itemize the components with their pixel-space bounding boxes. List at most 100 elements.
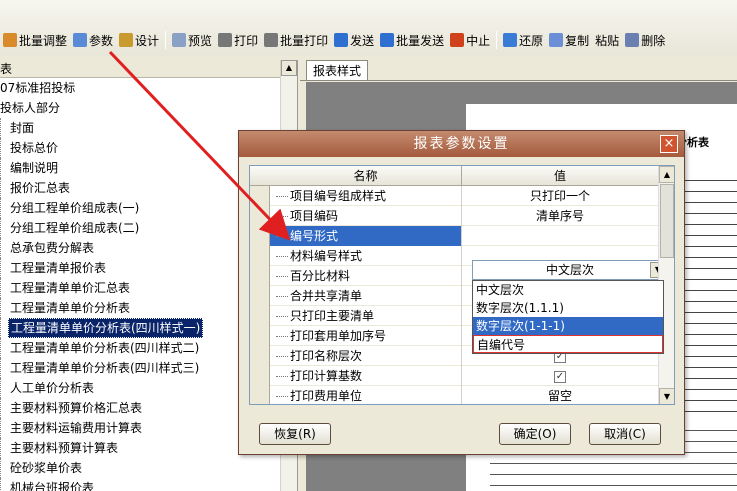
send-arrow-icon bbox=[334, 33, 349, 47]
param-row[interactable]: 打印费用单位 留空 bbox=[270, 386, 658, 404]
scroll-thumb[interactable] bbox=[660, 184, 674, 258]
toolbar-button-7[interactable]: 批量发送 bbox=[377, 29, 447, 51]
dropdown-option[interactable]: 数字层次(1.1.1) bbox=[473, 299, 663, 317]
restore-icon bbox=[503, 33, 518, 47]
toolbar-button-label: 复制 bbox=[565, 33, 590, 48]
param-row[interactable]: 编号形式 bbox=[270, 226, 658, 246]
param-value[interactable]: 只打印一个 bbox=[462, 186, 658, 206]
tree-guide-line bbox=[0, 458, 8, 478]
tree-item-label: 07标准招投标 bbox=[0, 81, 76, 95]
close-icon[interactable]: × bbox=[660, 135, 678, 153]
tree-guide-line bbox=[0, 198, 8, 218]
toolbar-button-9[interactable]: 还原 bbox=[500, 29, 546, 51]
toolbar-button-0[interactable]: 批量调整 bbox=[0, 29, 70, 51]
dialog-title: 报表参数设置 bbox=[413, 136, 510, 152]
column-header-name[interactable]: 名称 bbox=[270, 166, 462, 186]
toolbar-row: 批量调整 参数 设计 预览 打印 批量打印 发送 批量发送 中止 还原 复制 粘贴 删除 bbox=[0, 28, 668, 52]
toolbar-button-5[interactable]: 批量打印 bbox=[261, 29, 331, 51]
toolbar-button-label: 中止 bbox=[466, 33, 491, 48]
param-value[interactable]: 留空 bbox=[462, 386, 658, 404]
toolbar-button-label: 粘贴 bbox=[595, 33, 620, 48]
param-name: 打印名称层次 bbox=[270, 346, 462, 366]
delete-icon bbox=[625, 33, 640, 47]
toolbar-button-4[interactable]: 打印 bbox=[215, 29, 261, 51]
printer-icon bbox=[218, 33, 233, 47]
toolbar-button-12[interactable]: 删除 bbox=[622, 29, 668, 51]
toolbar-button-3[interactable]: 预览 bbox=[169, 29, 215, 51]
tree-item-label: 主要材料预算价格汇总表 bbox=[10, 401, 143, 415]
toolbar-button-label: 发送 bbox=[350, 33, 375, 48]
tree-header: 表 bbox=[0, 60, 297, 78]
dropdown-option[interactable]: 自编代号 bbox=[473, 335, 663, 353]
tree-item-label: 工程量清单单价分析表(四川样式三) bbox=[10, 361, 200, 375]
tree-item-label: 封面 bbox=[10, 121, 35, 135]
tree-item-label: 投标人部分 bbox=[0, 101, 61, 115]
tree-item[interactable]: 机械台班报价表 bbox=[0, 478, 297, 491]
toolbar-button-label: 还原 bbox=[519, 33, 544, 48]
batch-adjust-icon bbox=[3, 33, 17, 47]
param-row[interactable]: 打印计算基数 ✓ bbox=[270, 366, 658, 386]
tree-item-label: 工程量清单报价表 bbox=[10, 261, 107, 275]
row-indicator-column bbox=[250, 186, 270, 404]
dropdown-option[interactable]: 数字层次(1-1-1) bbox=[473, 317, 663, 335]
tree-item[interactable]: 07标准招投标 bbox=[0, 78, 297, 98]
tree-guide-line bbox=[0, 378, 8, 398]
tree-item-label: 主要材料预算计算表 bbox=[10, 441, 119, 455]
tree-guide-line bbox=[0, 358, 8, 378]
toolbar-button-label: 批量发送 bbox=[396, 33, 445, 48]
params-icon bbox=[73, 33, 88, 47]
tree-guide-line bbox=[0, 398, 8, 418]
param-row[interactable]: 项目编码 清单序号 bbox=[270, 206, 658, 226]
toolbar-button-label: 批量调整 bbox=[19, 33, 68, 48]
tree-guide-line bbox=[0, 138, 8, 158]
tree-item-label: 砼砂浆单价表 bbox=[10, 461, 83, 475]
param-name: 项目编号组成样式 bbox=[270, 186, 462, 206]
number-format-select[interactable]: 中文层次 ▼ bbox=[472, 260, 668, 280]
number-format-value: 中文层次 bbox=[545, 263, 594, 277]
tree-item-label: 机械台班报价表 bbox=[10, 481, 95, 491]
tree-guide-line bbox=[0, 418, 8, 438]
ok-button[interactable]: 确定(O) bbox=[499, 423, 571, 445]
tree-item[interactable]: 砼砂浆单价表 bbox=[0, 458, 297, 478]
param-name: 编号形式 bbox=[270, 226, 462, 246]
tree-item[interactable]: 投标人部分 bbox=[0, 98, 297, 118]
param-value-cell bbox=[462, 226, 658, 246]
tree-item-label: 主要材料运输费用计算表 bbox=[10, 421, 143, 435]
tree-item-label: 报价汇总表 bbox=[10, 181, 71, 195]
toolbar-button-1[interactable]: 参数 bbox=[70, 29, 116, 51]
param-name: 百分比材料 bbox=[270, 266, 462, 286]
toolbar-separator bbox=[496, 31, 498, 49]
report-params-dialog: 报表参数设置 × 名称 值 项目编号组成样式 只打印一个 项目编码 清单序号 编号形式材… bbox=[238, 130, 685, 455]
toolbar-button-2[interactable]: 设计 bbox=[116, 29, 162, 51]
toolbar-button-8[interactable]: 中止 bbox=[447, 29, 493, 51]
toolbar-button-label: 删除 bbox=[641, 33, 666, 48]
param-value[interactable]: 清单序号 bbox=[462, 206, 658, 226]
toolbar-button-10[interactable]: 复制 bbox=[546, 29, 592, 51]
tree-guide-line bbox=[0, 218, 8, 238]
tree-item-label: 工程量清单单价分析表(四川样式一) bbox=[8, 318, 204, 338]
tree-guide-line bbox=[0, 278, 8, 298]
stop-icon bbox=[450, 33, 465, 47]
param-row[interactable]: 项目编号组成样式 只打印一个 bbox=[270, 186, 658, 206]
restore-button[interactable]: 恢复(R) bbox=[259, 423, 331, 445]
scroll-up-icon[interactable]: ▲ bbox=[659, 166, 674, 183]
tab-report-style[interactable]: 报表样式 bbox=[306, 60, 368, 80]
scroll-up-icon[interactable]: ▲ bbox=[281, 60, 297, 76]
toolbar-button-label: 预览 bbox=[188, 33, 213, 48]
column-header-value[interactable]: 值 bbox=[462, 166, 658, 186]
tree-guide-line bbox=[0, 318, 8, 338]
tree-item-label: 分组工程单价组成表(一) bbox=[10, 201, 140, 215]
copy-icon bbox=[549, 33, 564, 47]
param-checkbox[interactable]: ✓ bbox=[554, 370, 566, 383]
tree-guide-line bbox=[0, 178, 8, 198]
scroll-down-icon[interactable]: ▼ bbox=[659, 388, 674, 404]
number-format-dropdown: 中文层次 数字层次(1.1.1) 数字层次(1-1-1) 自编代号 bbox=[472, 280, 664, 354]
cancel-button[interactable]: 取消(C) bbox=[589, 423, 661, 445]
dropdown-option[interactable]: 中文层次 bbox=[473, 281, 663, 299]
tree-guide-line bbox=[0, 298, 8, 318]
param-name: 打印计算基数 bbox=[270, 366, 462, 386]
toolbar-separator bbox=[165, 31, 167, 49]
param-name: 合并共享清单 bbox=[270, 286, 462, 306]
toolbar-button-11[interactable]: 粘贴 bbox=[592, 29, 622, 51]
toolbar-button-6[interactable]: 发送 bbox=[331, 29, 377, 51]
